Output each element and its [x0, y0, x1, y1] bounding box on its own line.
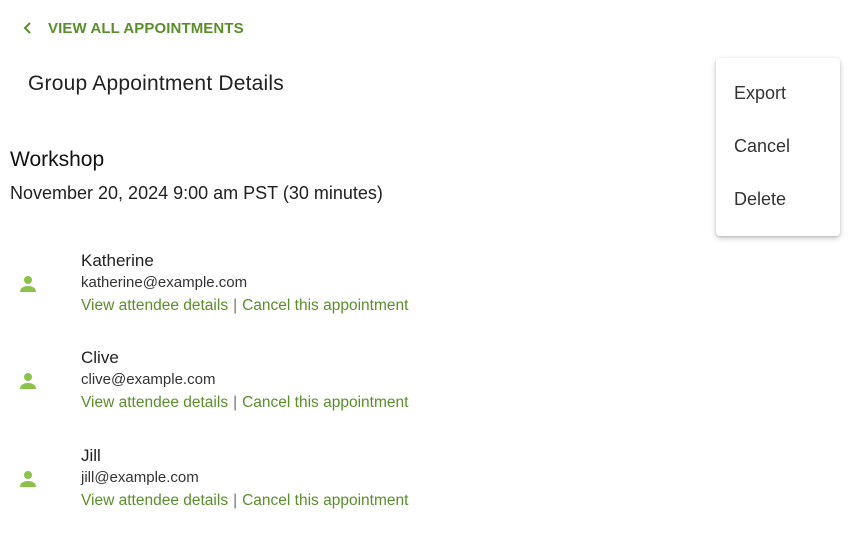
menu-item-cancel[interactable]: Cancel [734, 136, 790, 157]
attendee-email: katherine@example.com [81, 274, 248, 291]
event-datetime: November 20, 2024 9:00 am PST (30 minute… [10, 183, 383, 203]
view-all-appointments-link[interactable]: VIEW ALL APPOINTMENTS [20, 17, 244, 39]
view-attendee-details-link[interactable]: View attendee details [81, 297, 228, 314]
person-icon [16, 272, 40, 296]
link-separator: | [233, 297, 238, 314]
attendee-actions: View attendee details | Cancel this appoin… [81, 297, 408, 315]
view-attendee-details-link[interactable]: View attendee details [81, 394, 228, 411]
chevron-left-icon [20, 20, 36, 36]
link-separator: | [233, 394, 238, 411]
attendee-row: Jill jill@example.com View attendee deta… [0, 446, 600, 526]
attendee-row: Katherine katherine@example.com View att… [0, 251, 600, 331]
attendee-actions: View attendee details | Cancel this appoin… [81, 492, 408, 510]
cancel-appointment-link[interactable]: Cancel this appointment [242, 394, 408, 411]
view-attendee-details-link[interactable]: View attendee details [81, 492, 228, 509]
link-separator: | [233, 492, 238, 509]
attendee-email: clive@example.com [81, 371, 216, 388]
page: VIEW ALL APPOINTMENTS Group Appointment … [0, 0, 857, 551]
page-title: Group Appointment Details [28, 72, 284, 95]
back-link-label: VIEW ALL APPOINTMENTS [48, 19, 244, 37]
person-icon [16, 467, 40, 491]
attendee-actions: View attendee details | Cancel this appoin… [81, 394, 408, 412]
cancel-appointment-link[interactable]: Cancel this appointment [242, 297, 408, 314]
event-title: Workshop [10, 148, 105, 171]
attendee-row: Clive clive@example.com View attendee de… [0, 348, 600, 428]
attendee-name: Jill [81, 446, 101, 465]
menu-item-export[interactable]: Export [734, 83, 786, 104]
attendee-name: Katherine [81, 251, 154, 270]
cancel-appointment-link[interactable]: Cancel this appointment [242, 492, 408, 509]
attendee-email: jill@example.com [81, 469, 199, 486]
attendee-name: Clive [81, 348, 119, 367]
menu-item-delete[interactable]: Delete [734, 189, 786, 210]
actions-menu: Export Cancel Delete [716, 58, 840, 236]
person-icon [16, 369, 40, 393]
